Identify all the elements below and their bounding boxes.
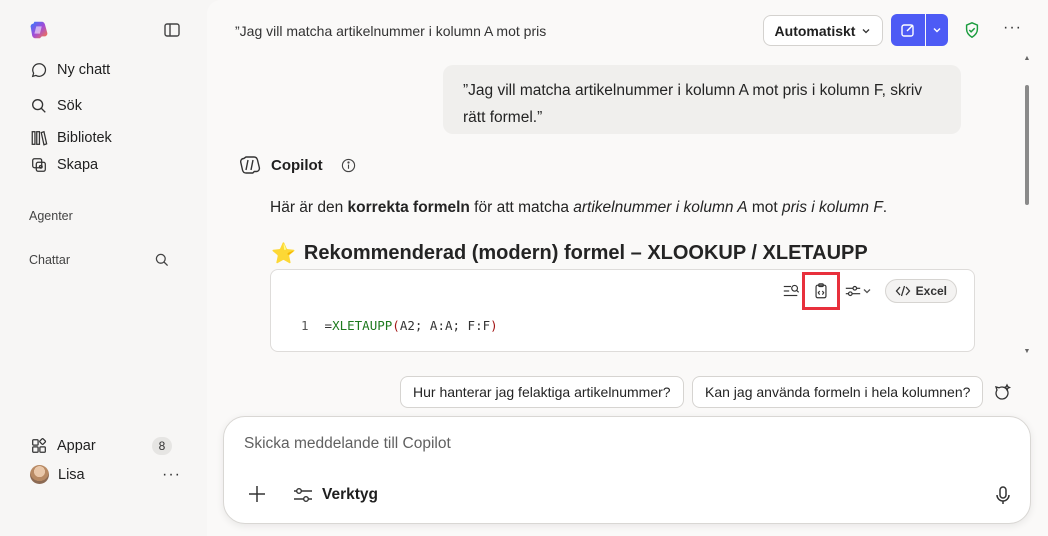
assistant-header: Copilot xyxy=(239,154,356,176)
scrollbar[interactable]: ▲ ▼ xyxy=(1023,55,1031,360)
star-icon: ⭐ xyxy=(271,243,296,265)
code-function: XLETAUPP xyxy=(332,318,393,333)
answer-heading: ⭐ Rekommenderad (modern) formel – XLOOKU… xyxy=(271,241,868,266)
clipboard-code-icon xyxy=(815,283,827,299)
avatar xyxy=(30,465,49,484)
code-language-label: Excel xyxy=(915,284,947,298)
assistant-answer-text: Här är den korrekta formeln för att matc… xyxy=(270,199,887,217)
section-agents-label: Agenter xyxy=(29,209,73,223)
heading-text: Rekommenderad (modern) formel – XLOOKUP … xyxy=(303,242,868,264)
code-eq: = xyxy=(324,318,333,333)
chat-icon xyxy=(31,63,47,78)
apps-icon xyxy=(32,438,47,453)
new-conversation-dropdown[interactable] xyxy=(926,14,948,46)
info-icon[interactable] xyxy=(341,158,356,173)
chevron-down-icon xyxy=(933,28,941,33)
sidebar-item-create[interactable]: Skapa xyxy=(30,156,98,174)
code-block: Excel 1 =XLETAUPP(A2; A:A; F:F) xyxy=(270,269,975,352)
user-name: Lisa xyxy=(58,466,85,483)
library-icon xyxy=(31,130,48,146)
answer-segment: . xyxy=(882,199,888,216)
mode-label: Automatiskt xyxy=(774,22,856,39)
answer-italic: artikelnummer i kolumn A xyxy=(573,199,748,216)
mode-selector[interactable]: Automatiskt xyxy=(763,15,883,46)
code-language-badge[interactable]: Excel xyxy=(884,279,957,303)
sidebar-item-search[interactable]: Sök xyxy=(30,97,82,115)
compose-icon xyxy=(901,24,914,37)
section-chats-label: Chattar xyxy=(29,253,70,267)
answer-segment: Här är den xyxy=(270,199,348,216)
sidebar-item-apps[interactable]: Appar xyxy=(30,437,96,455)
scroll-thumb[interactable] xyxy=(1025,85,1029,205)
apps-count-badge: 8 xyxy=(152,437,172,455)
code-line: 1 =XLETAUPP(A2; A:A; F:F) xyxy=(301,318,498,333)
code-paren: ( xyxy=(392,318,400,333)
chevron-down-icon xyxy=(862,28,870,33)
scroll-down-icon[interactable]: ▼ xyxy=(1023,348,1031,355)
sidebar: Ny chatt Sök Bibliotek Skapa Agenter Cha… xyxy=(0,0,207,536)
code-paren: ) xyxy=(490,318,498,333)
suggestion-chip[interactable]: Hur hanterar jag felaktiga artikelnummer… xyxy=(400,376,684,408)
user-profile[interactable]: Lisa xyxy=(30,465,85,484)
more-options-icon[interactable]: ··· xyxy=(162,466,181,484)
text-search-icon xyxy=(783,284,799,297)
sidebar-item-new-chat[interactable]: Ny chatt xyxy=(30,61,110,79)
user-message: ”Jag vill matcha artikelnummer i kolumn … xyxy=(443,65,961,134)
sidebar-toggle-icon[interactable] xyxy=(162,20,182,40)
code-toolbar: Excel xyxy=(781,272,957,310)
answer-segment: för att matcha xyxy=(469,199,574,216)
new-conversation-button[interactable] xyxy=(891,14,925,46)
conversation-title: ”Jag vill matcha artikelnummer i kolumn … xyxy=(235,23,547,39)
copilot-logo-icon[interactable] xyxy=(28,19,50,41)
sidebar-item-label: Bibliotek xyxy=(57,130,112,146)
answer-segment: mot xyxy=(747,199,783,216)
answer-bold: korrekta formeln xyxy=(347,199,470,216)
sidebar-item-library[interactable]: Bibliotek xyxy=(30,129,112,147)
sidebar-item-label: Sök xyxy=(57,98,82,114)
copy-code-button[interactable] xyxy=(801,272,840,310)
sliders-icon xyxy=(845,285,860,297)
code-args: A2; A:A; F:F xyxy=(399,318,491,333)
microphone-icon[interactable] xyxy=(994,485,1012,505)
create-icon xyxy=(32,158,46,172)
more-options-icon[interactable]: ··· xyxy=(1003,19,1022,37)
suggestion-chip[interactable]: Kan jag använda formeln i hela kolumnen? xyxy=(692,376,984,408)
message-input[interactable] xyxy=(244,435,984,453)
sliders-icon xyxy=(294,488,312,502)
copilot-mark-icon xyxy=(239,156,261,174)
sidebar-item-label: Appar xyxy=(57,438,96,454)
sparkle-chat-icon[interactable] xyxy=(992,382,1014,404)
main-panel: ”Jag vill matcha artikelnummer i kolumn … xyxy=(207,0,1048,536)
shield-check-icon[interactable] xyxy=(963,21,981,39)
message-composer: Verktyg xyxy=(223,416,1031,524)
line-number: 1 xyxy=(301,318,309,333)
scroll-up-icon[interactable]: ▲ xyxy=(1023,55,1031,62)
chat-search-icon[interactable] xyxy=(154,252,170,268)
sidebar-item-label: Ny chatt xyxy=(57,62,111,78)
search-icon xyxy=(32,99,46,113)
assistant-name: Copilot xyxy=(271,156,323,174)
code-settings-button[interactable] xyxy=(841,281,875,301)
answer-italic: pris i kolumn F xyxy=(782,199,883,216)
code-icon xyxy=(895,285,911,297)
tools-label: Verktyg xyxy=(322,486,379,503)
plus-icon[interactable] xyxy=(246,483,268,505)
explain-code-button[interactable] xyxy=(781,281,801,301)
chevron-down-icon xyxy=(863,289,871,294)
tools-button[interactable]: Verktyg xyxy=(292,485,378,505)
sidebar-item-label: Skapa xyxy=(57,157,99,173)
